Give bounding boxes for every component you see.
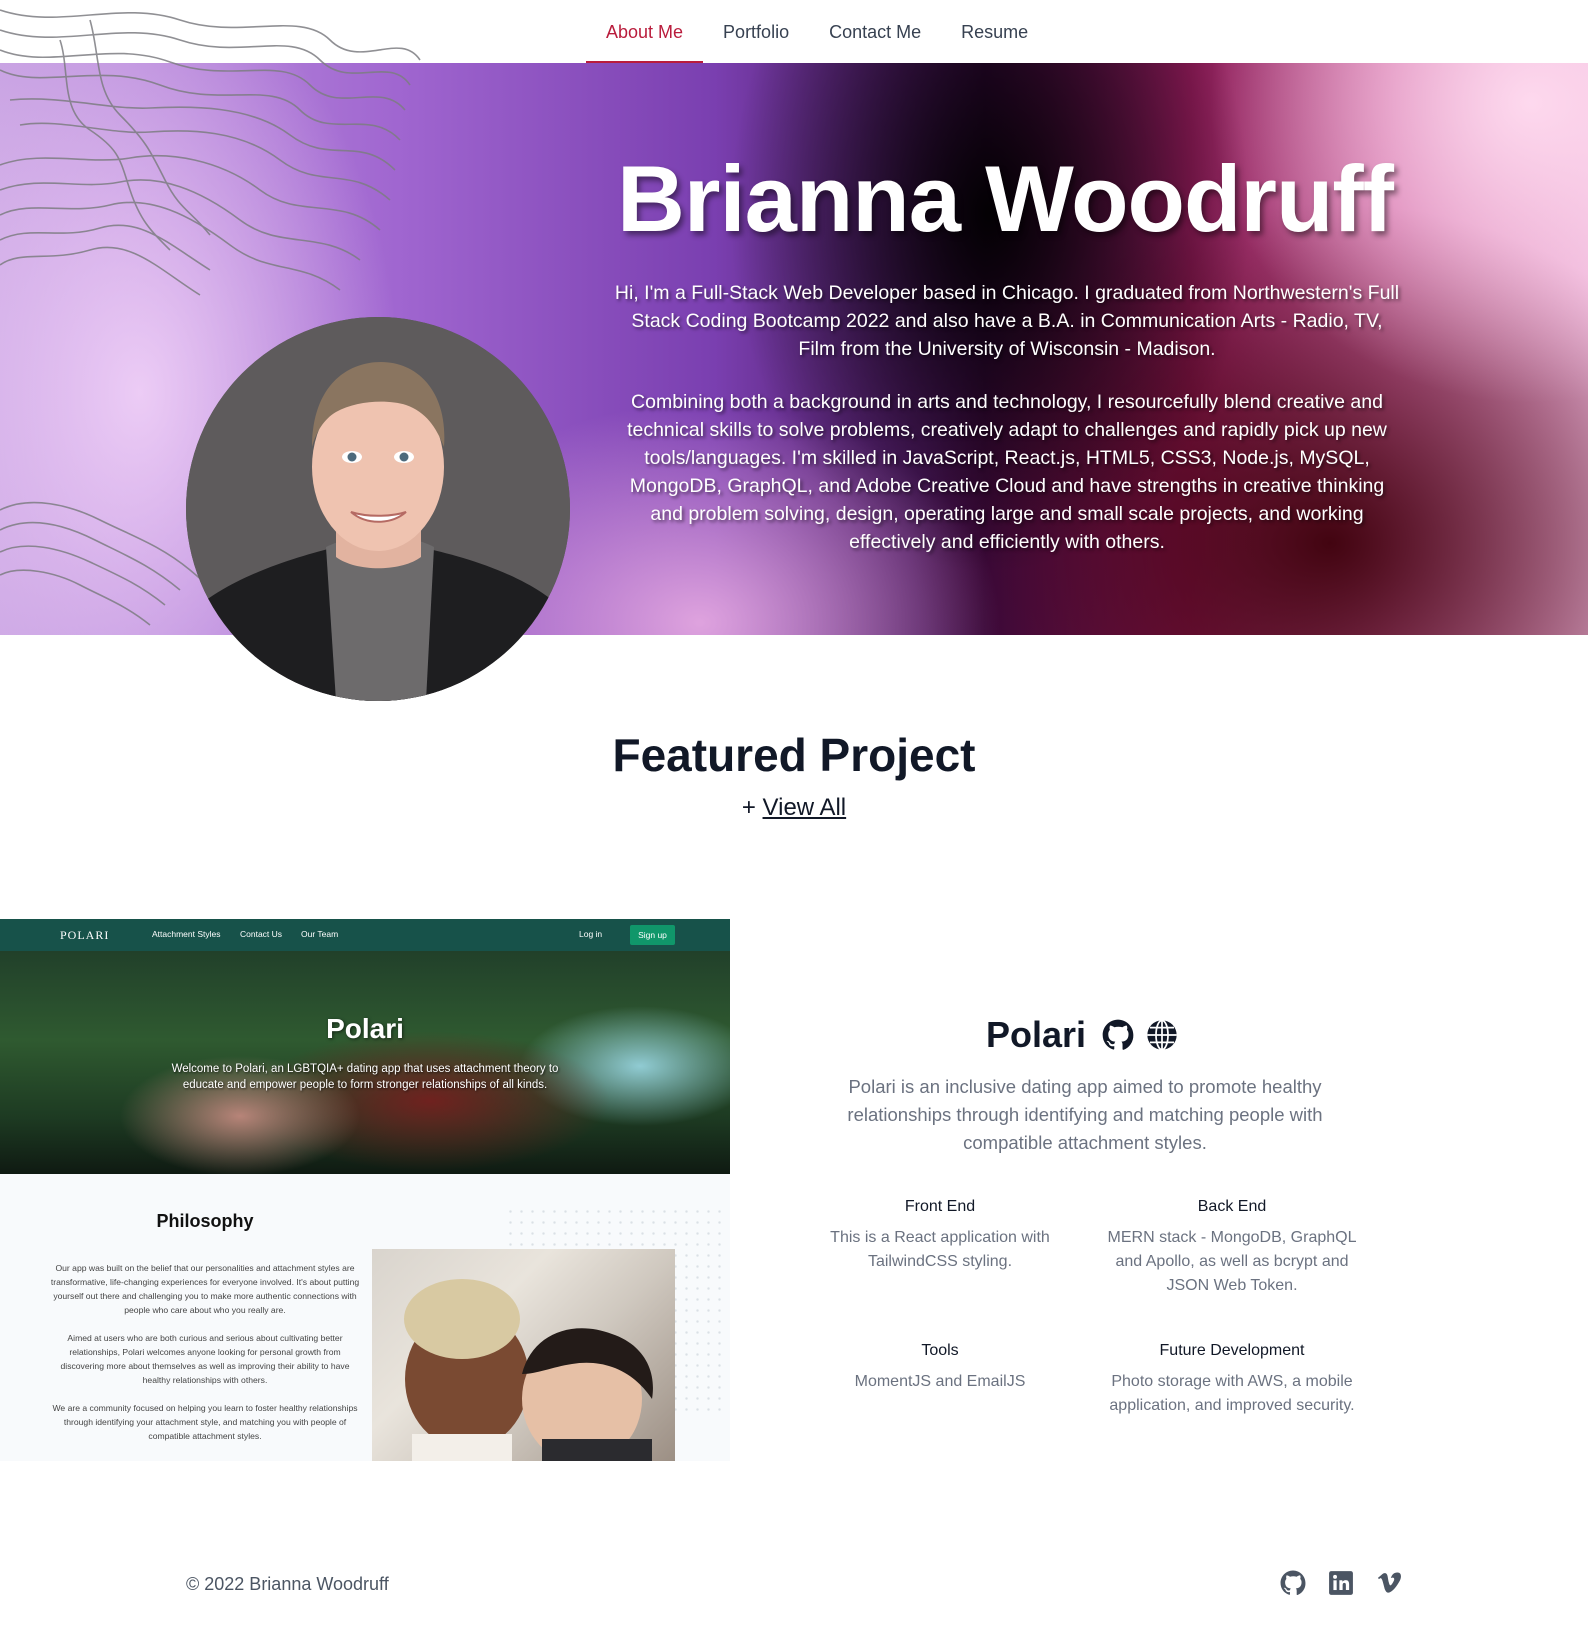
feature-text: MomentJS and EmailJS	[854, 1373, 1026, 1390]
screenshot-nav-attachment-styles: Attachment Styles	[152, 929, 221, 939]
feature-heading: Future Development	[1159, 1342, 1305, 1359]
project-description: Polari is an inclusive dating app aimed …	[847, 1076, 1323, 1153]
screenshot-philosophy-paragraph: Aimed at users who are both curious and …	[60, 1333, 350, 1385]
footer-copyright: © 2022 Brianna Woodruff	[186, 1574, 389, 1594]
screenshot-philosophy-title: Philosophy	[156, 1211, 254, 1231]
view-all-plus: +	[741, 794, 756, 821]
screenshot-login: Log in	[579, 929, 603, 939]
project-title-row: Polari	[986, 1014, 1178, 1056]
nav-contact-me[interactable]: Contact Me	[809, 0, 941, 63]
nav-about-me[interactable]: About Me	[586, 0, 704, 63]
nav-links: About Me Portfolio Contact Me Resume	[586, 0, 1048, 63]
screenshot-hero: Polari Welcome to Polari, an LGBTQIA+ da…	[0, 951, 730, 1174]
screenshot-hero-title: Polari	[326, 1013, 404, 1044]
feature-future-development: Future Development Photo storage with AW…	[1097, 1342, 1367, 1418]
feature-front-end: Front End This is a React application wi…	[805, 1198, 1075, 1274]
nav-resume[interactable]: Resume	[941, 0, 1048, 63]
vimeo-icon[interactable]	[1376, 1570, 1402, 1596]
profile-portrait-illustration	[186, 317, 570, 701]
couple-photo-illustration	[404, 1279, 653, 1461]
feature-heading: Back End	[1197, 1198, 1267, 1215]
view-all-row: + View All	[0, 794, 1588, 822]
footer-social-links	[1280, 1570, 1402, 1596]
screenshot-nav: POLARI Attachment Styles Contact Us Our …	[0, 919, 730, 951]
feature-back-end: Back End MERN stack - MongoDB, GraphQL a…	[1097, 1198, 1367, 1298]
feature-heading: Front End	[904, 1198, 976, 1215]
screenshot-signup-button: Sign up	[630, 925, 675, 945]
profile-photo	[186, 317, 570, 701]
feature-text: MERN stack - MongoDB, GraphQL and Apollo…	[1107, 1229, 1357, 1294]
linkedin-icon[interactable]	[1328, 1570, 1354, 1596]
github-icon[interactable]	[1102, 1019, 1134, 1051]
screenshot-nav-contact-us: Contact Us	[240, 929, 283, 939]
featured-project-heading: Featured Project	[612, 729, 976, 781]
top-nav: About Me Portfolio Contact Me Resume	[0, 0, 1588, 63]
hero-bio-intro: Hi, I'm a Full-Stack Web Developer based…	[614, 282, 1400, 360]
screenshot-couple-photo	[372, 1249, 675, 1461]
screenshot-philosophy-paragraph: We are a community focused on helping yo…	[52, 1403, 358, 1441]
screenshot-nav-our-team: Our Team	[301, 929, 339, 939]
feature-text: Photo storage with AWS, a mobile applica…	[1109, 1373, 1355, 1414]
view-all-link[interactable]: View All	[763, 794, 847, 821]
screenshot-hero-text: Welcome to Polari, an LGBTQIA+ dating ap…	[171, 1063, 559, 1091]
project-title: Polari	[986, 1014, 1087, 1055]
hero-name: Brianna Woodruff	[617, 146, 1394, 251]
nav-portfolio[interactable]: Portfolio	[703, 0, 809, 63]
github-icon[interactable]	[1280, 1570, 1306, 1596]
feature-text: This is a React application with Tailwin…	[830, 1229, 1050, 1270]
feature-heading: Tools	[921, 1342, 959, 1359]
feature-tools: Tools MomentJS and EmailJS	[805, 1342, 1075, 1394]
screenshot-philosophy-paragraph: Our app was built on the belief that our…	[50, 1263, 360, 1315]
globe-icon[interactable]	[1146, 1019, 1178, 1051]
hero-bio-skills: Combining both a background in arts and …	[627, 391, 1387, 553]
screenshot-logo: POLARI	[60, 928, 110, 942]
project-screenshot[interactable]: POLARI Attachment Styles Contact Us Our …	[0, 919, 730, 1461]
